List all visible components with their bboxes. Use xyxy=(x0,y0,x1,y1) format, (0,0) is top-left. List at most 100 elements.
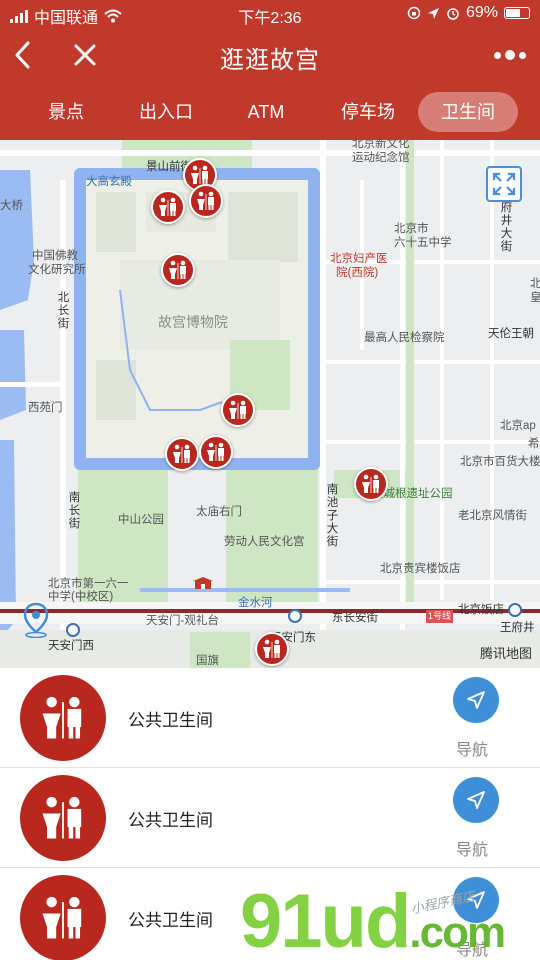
map-label: 王府井 xyxy=(500,622,535,634)
map-label: 东长安街 xyxy=(332,612,378,624)
map-label: 劳动人民文化宫 xyxy=(224,536,305,548)
map-label: 老北京风情街 xyxy=(458,510,527,522)
tab-entrances[interactable]: 出入口 xyxy=(124,92,208,132)
restroom-pin[interactable] xyxy=(189,184,223,218)
map-label: 西苑门 xyxy=(28,402,63,414)
gate-landmark-icon xyxy=(193,577,213,589)
my-location-button[interactable] xyxy=(22,602,50,638)
restroom-icon xyxy=(169,260,186,279)
restroom-icon xyxy=(159,197,176,216)
restroom-pin[interactable] xyxy=(255,632,289,666)
expand-icon xyxy=(492,172,516,196)
map-label: 大高玄殿 xyxy=(86,176,132,188)
list-item[interactable]: 公共卫生间 导航 xyxy=(0,768,540,868)
map-label: 北京 xyxy=(530,278,540,290)
map-label: 中学(中校区) xyxy=(48,591,114,603)
battery-percent: 69% xyxy=(465,4,498,21)
map-label: 太庙右门 xyxy=(196,506,242,518)
map-view[interactable]: 景山前街 大高玄殿 大桥 中国佛教 文化研究所 北长街 故宫博物院 西苑门 南长… xyxy=(0,140,540,668)
map-label: 府井大街 xyxy=(500,202,513,253)
restroom-pin[interactable] xyxy=(354,467,388,501)
tab-parking[interactable]: 停车场 xyxy=(326,92,410,132)
map-label: 中国佛教 xyxy=(32,250,78,262)
map-label: 文化研究所 xyxy=(28,264,86,276)
restroom-icon xyxy=(197,191,214,210)
restroom-icon xyxy=(20,775,106,861)
battery-fill xyxy=(506,9,520,17)
navigate-button[interactable] xyxy=(453,777,499,823)
map-label: 故宫博物院 xyxy=(158,314,228,330)
navigate-label[interactable]: 导航 xyxy=(456,836,488,860)
restroom-icon xyxy=(362,474,379,493)
navigate-button[interactable] xyxy=(453,677,499,723)
restroom-pin[interactable] xyxy=(221,393,255,427)
map-label: 北京市百货大楼 xyxy=(460,456,540,468)
restroom-icon xyxy=(229,400,246,419)
restroom-icon xyxy=(20,675,106,761)
metro-line-badge: 1号线 xyxy=(426,610,454,623)
tab-restrooms[interactable]: 卫生间 xyxy=(418,92,518,132)
navigation-arrow-icon xyxy=(467,691,485,709)
restroom-icon xyxy=(173,444,190,463)
map-label: 六十五中学 xyxy=(394,237,452,249)
map-label: 北长街 xyxy=(57,292,70,330)
metro-station-icon xyxy=(288,609,302,623)
map-provider-logo: 腾讯地图 xyxy=(479,646,532,661)
map-label: 皇 xyxy=(530,292,540,304)
map-label: 金水河 xyxy=(238,597,273,609)
map-label: 北京市 xyxy=(394,223,429,235)
restroom-icon xyxy=(20,875,106,960)
restroom-icon xyxy=(191,165,208,184)
tab-atm[interactable]: ATM xyxy=(226,92,306,132)
tab-attractions[interactable]: 景点 xyxy=(26,92,106,132)
watermark-main: 91ud xyxy=(240,879,411,960)
map-label: 希 xyxy=(528,438,540,450)
restroom-pin[interactable] xyxy=(165,437,199,471)
nav-bar: 逛逛故宫 xyxy=(0,28,540,84)
map-label: 北京饭店 xyxy=(458,604,504,616)
map-label: 大桥 xyxy=(0,200,23,212)
more-button[interactable] xyxy=(494,50,526,60)
restroom-name: 公共卫生间 xyxy=(128,911,213,930)
restroom-name: 公共卫生间 xyxy=(128,711,213,730)
page-title: 逛逛故宫 xyxy=(220,47,320,74)
restroom-icon xyxy=(263,639,280,658)
more-dot xyxy=(505,50,515,60)
list-item[interactable]: 公共卫生间 导航 xyxy=(0,668,540,768)
metro-station-icon xyxy=(508,603,522,617)
map-label: 天安门西 xyxy=(48,640,94,652)
restroom-pin[interactable] xyxy=(199,435,233,469)
battery-icon xyxy=(504,7,530,19)
map-label: 北京妇产医 xyxy=(330,253,388,265)
map-label: 北京ap xyxy=(500,420,536,432)
restroom-pin[interactable] xyxy=(151,190,185,224)
location-arrow-icon xyxy=(427,7,439,19)
restroom-pin[interactable] xyxy=(161,253,195,287)
app-root: 中国联通 下午2:36 69% 逛逛故宫 景点 出入口 ATM 停车场 卫生间 … xyxy=(0,0,540,960)
fullscreen-button[interactable] xyxy=(486,166,522,202)
navigation-arrow-icon xyxy=(467,791,485,809)
map-label: 南池子大街 xyxy=(326,484,339,548)
map-label: 南长街 xyxy=(68,492,81,530)
restroom-icon xyxy=(207,442,224,461)
status-right: 69% xyxy=(407,4,530,22)
map-label: 最高人民检察院 xyxy=(364,332,445,344)
map-label: 运动纪念馆 xyxy=(352,152,410,164)
map-label: 中山公园 xyxy=(118,514,164,526)
map-label: 北京贵宾楼饭店 xyxy=(380,563,461,575)
map-label: 院(西院) xyxy=(336,267,379,279)
map-label: 北京市第一六一 xyxy=(48,578,129,590)
navigate-label[interactable]: 导航 xyxy=(456,736,488,760)
more-dot xyxy=(494,51,501,59)
alarm-icon xyxy=(447,8,459,20)
map-label: 天伦王朝 xyxy=(488,328,534,340)
map-label: 天安门-观礼台 xyxy=(146,615,219,627)
watermark-domain: .com xyxy=(409,908,506,957)
restroom-name: 公共卫生间 xyxy=(128,811,213,830)
category-tabs: 景点 出入口 ATM 停车场 卫生间 xyxy=(0,84,540,140)
metro-station-icon xyxy=(66,623,80,637)
map-label: 国旗 xyxy=(196,655,219,667)
status-bar: 中国联通 下午2:36 69% xyxy=(0,0,540,28)
more-dot xyxy=(519,51,526,59)
rotation-lock-icon xyxy=(407,6,421,20)
